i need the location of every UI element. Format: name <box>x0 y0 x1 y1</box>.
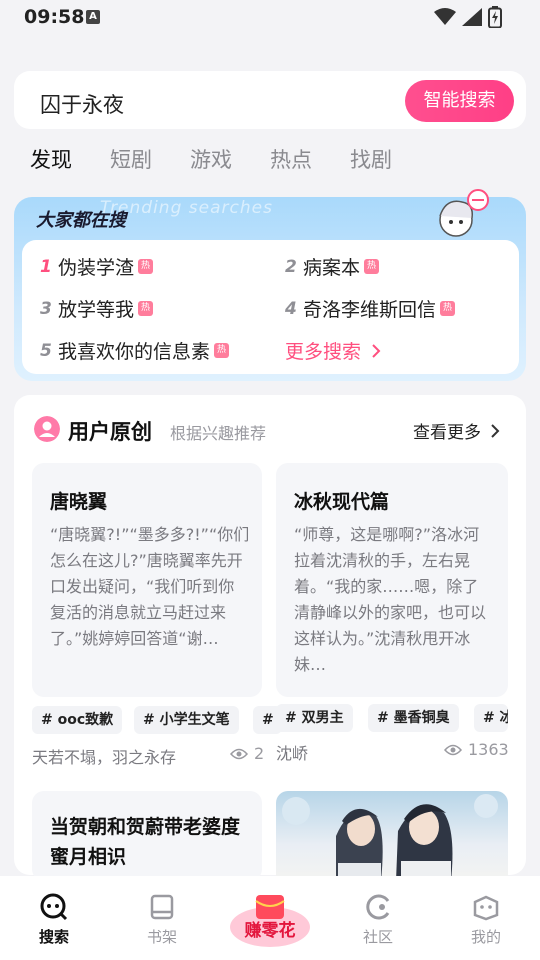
section-title: 用户原创 <box>68 420 152 444</box>
rank-number: 3 <box>40 298 52 319</box>
story-tag[interactable]: # 小学生文笔 <box>134 706 239 734</box>
nav-earn[interactable]: 赚零花 <box>228 893 312 947</box>
nav-label: 搜索 <box>38 928 69 946</box>
hot-badge: 热 <box>214 343 230 358</box>
nav-bookshelf[interactable]: 书架 <box>132 892 192 947</box>
status-time: 09:58 <box>24 6 85 28</box>
nav-community[interactable]: 社区 <box>348 892 408 947</box>
story-tag[interactable]: # 双男主 <box>276 704 353 732</box>
tab-hot[interactable]: 热点 <box>270 144 350 174</box>
user-icon <box>34 416 60 442</box>
earn-label: 赚零花 <box>244 921 296 941</box>
trending-item-label: 放学等我 <box>58 299 135 321</box>
trending-item-label: 奇洛李维斯回信 <box>303 299 437 321</box>
nav-mine[interactable]: 我的 <box>456 892 516 947</box>
see-more-label: 查看更多 <box>413 423 481 443</box>
nav-search[interactable]: 搜索 <box>24 892 84 947</box>
trending-item-label: 伪装学渣 <box>58 257 135 279</box>
trending-item-2[interactable]: 2 病案本 热 <box>285 253 380 280</box>
story-tag[interactable]: # ooc致歉 <box>32 706 123 734</box>
trending-item-4[interactable]: 4 奇洛李维斯回信 热 <box>285 295 456 322</box>
search-input[interactable]: 囚于永夜 <box>40 89 124 119</box>
bookshelf-icon <box>150 894 174 920</box>
views-count: 1363 <box>468 740 509 759</box>
tab-short-drama[interactable]: 短剧 <box>110 144 190 174</box>
community-icon <box>366 894 390 920</box>
more-search-label: 更多搜索 <box>285 341 362 363</box>
trending-title: 大家都在搜 <box>36 210 126 231</box>
battery-icon <box>488 6 502 28</box>
eye-icon <box>444 744 462 755</box>
hot-badge: 热 <box>364 259 380 274</box>
story-title: 唐晓翼 <box>50 491 108 513</box>
rank-number: 5 <box>40 340 52 361</box>
eye-icon <box>230 748 248 759</box>
nav-label: 书架 <box>146 928 177 946</box>
trending-item-label: 病案本 <box>303 257 361 279</box>
search-nav-icon <box>40 893 68 921</box>
category-tabs: 发现 短剧 游戏 热点 找剧 <box>30 144 430 174</box>
hot-badge: 热 <box>138 259 154 274</box>
rank-number: 2 <box>285 256 297 277</box>
status-icons <box>434 6 502 28</box>
trending-item-label: 我喜欢你的信息素 <box>58 341 211 363</box>
story-author[interactable]: 天若不塌，羽之永存 <box>32 744 176 768</box>
tab-discover[interactable]: 发现 <box>30 144 110 174</box>
story-excerpt: “师尊，这是哪啊?”洛冰河拉着沈清秋的手，左右晃着。“我的家……嗯，除了清静峰以… <box>294 525 487 674</box>
see-more-link[interactable]: 查看更多 <box>413 418 500 443</box>
tab-find-drama[interactable]: 找剧 <box>350 144 430 174</box>
story-title: 当贺朝和贺蔚带老婆度蜜月相识 <box>50 816 241 868</box>
mascot-icon <box>439 189 489 237</box>
story-views: 2 <box>230 744 264 763</box>
story-title: 冰秋现代篇 <box>294 491 390 513</box>
rank-number: 4 <box>285 298 297 319</box>
rank-number: 1 <box>40 256 52 277</box>
views-count: 2 <box>254 744 265 763</box>
trending-item-1[interactable]: 1 伪装学渣 热 <box>40 253 154 280</box>
story-tag[interactable]: # 冰 <box>474 704 508 732</box>
story-author[interactable]: 沈峤 <box>276 740 308 764</box>
illustration-image <box>282 794 498 881</box>
signal-icon <box>462 8 482 26</box>
notification-a-icon: A <box>86 10 100 24</box>
chevron-right-icon <box>491 424 500 438</box>
hot-badge: 热 <box>138 301 154 316</box>
story-cover-image[interactable] <box>276 791 508 881</box>
wifi-icon <box>434 8 456 25</box>
story-views: 1363 <box>444 740 509 759</box>
more-search-link[interactable]: 更多搜索 <box>285 337 381 364</box>
hot-badge: 热 <box>440 301 456 316</box>
status-bar: 09:58 A <box>0 0 540 34</box>
smart-search-button[interactable]: 智能搜索 <box>405 80 514 122</box>
profile-box-icon <box>473 895 499 921</box>
trending-item-5[interactable]: 5 我喜欢你的信息素 热 <box>40 337 230 364</box>
story-tag[interactable]: # 墨香铜臭 <box>368 704 459 732</box>
chevron-right-icon <box>372 344 381 358</box>
nav-label: 我的 <box>470 928 501 946</box>
section-subtitle: 根据兴趣推荐 <box>170 424 267 443</box>
nav-label: 社区 <box>362 928 393 946</box>
trending-item-3[interactable]: 3 放学等我 热 <box>40 295 154 322</box>
tab-games[interactable]: 游戏 <box>190 144 270 174</box>
story-excerpt: “唐晓翼?!”“墨多多?!”“你们怎么在这儿?”唐晓翼率先开口发出疑问，“我们听… <box>50 525 250 648</box>
